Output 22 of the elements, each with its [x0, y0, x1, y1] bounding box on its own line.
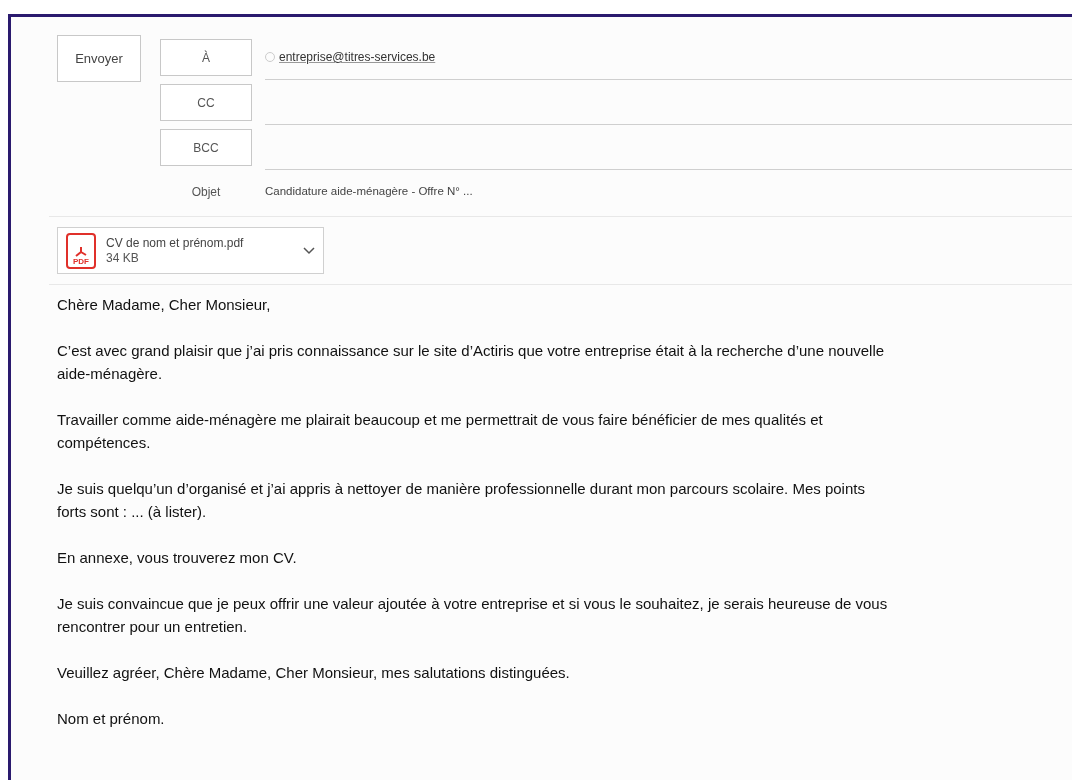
subject-field[interactable]: Candidature aide-ménagère - Offre N° ... [265, 183, 1072, 201]
pdf-label: PDF [73, 257, 89, 266]
attachment-card[interactable]: PDF CV de nom et prénom.pdf 34 KB [57, 227, 324, 274]
letter-paragraph: Chère Madame, Cher Monsieur, [57, 295, 272, 315]
recipient-field-button[interactable]: BCC [160, 129, 252, 166]
recipient-field-button[interactable]: À [160, 39, 252, 76]
attachment-size: 34 KB [106, 250, 140, 266]
letter-paragraph: C’est avec grand plaisir que j’ai pris connaissance sur le site d’Actiris que votre entreprise était à la recherche d’une nouvelle aide-ménagère. [57, 341, 886, 384]
recipient-field-button[interactable]: CC [160, 84, 252, 121]
send-button[interactable]: Envoyer [57, 35, 141, 82]
letter-paragraph: Veuillez agréer, Chère Madame, Cher Monsieur, mes salutations distinguées. [57, 663, 571, 683]
letter-paragraph: Travailler comme aide-ménagère me plairait beaucoup et me permettrait de vous faire bénéficier de mes qualités et compétences. [57, 410, 824, 453]
subject-label: Objet [190, 184, 222, 201]
chevron-down-icon[interactable] [303, 246, 315, 255]
letter-paragraph: En annexe, vous trouverez mon CV. [57, 548, 298, 568]
recipient-field[interactable]: entreprise@titres-services.be [265, 35, 1072, 80]
acrobat-icon [74, 245, 88, 258]
recipient-address[interactable]: entreprise@titres-services.be [279, 48, 436, 66]
letter-paragraph: Je suis convaincue que je peux offrir une valeur ajoutée à votre entreprise et si vous le souhaitez, je serais heureuse de vous rencontrer pour un entretien. [57, 594, 889, 637]
attachment-name: CV de nom et prénom.pdf [106, 235, 245, 251]
letter-paragraph: Nom et prénom. [57, 709, 166, 729]
letter-paragraph: Je suis quelqu’un d’organisé et j’ai appris à nettoyer de manière professionnelle durant mon parcours scolaire. Mes points forts sont : ... (à lister). [57, 479, 866, 522]
